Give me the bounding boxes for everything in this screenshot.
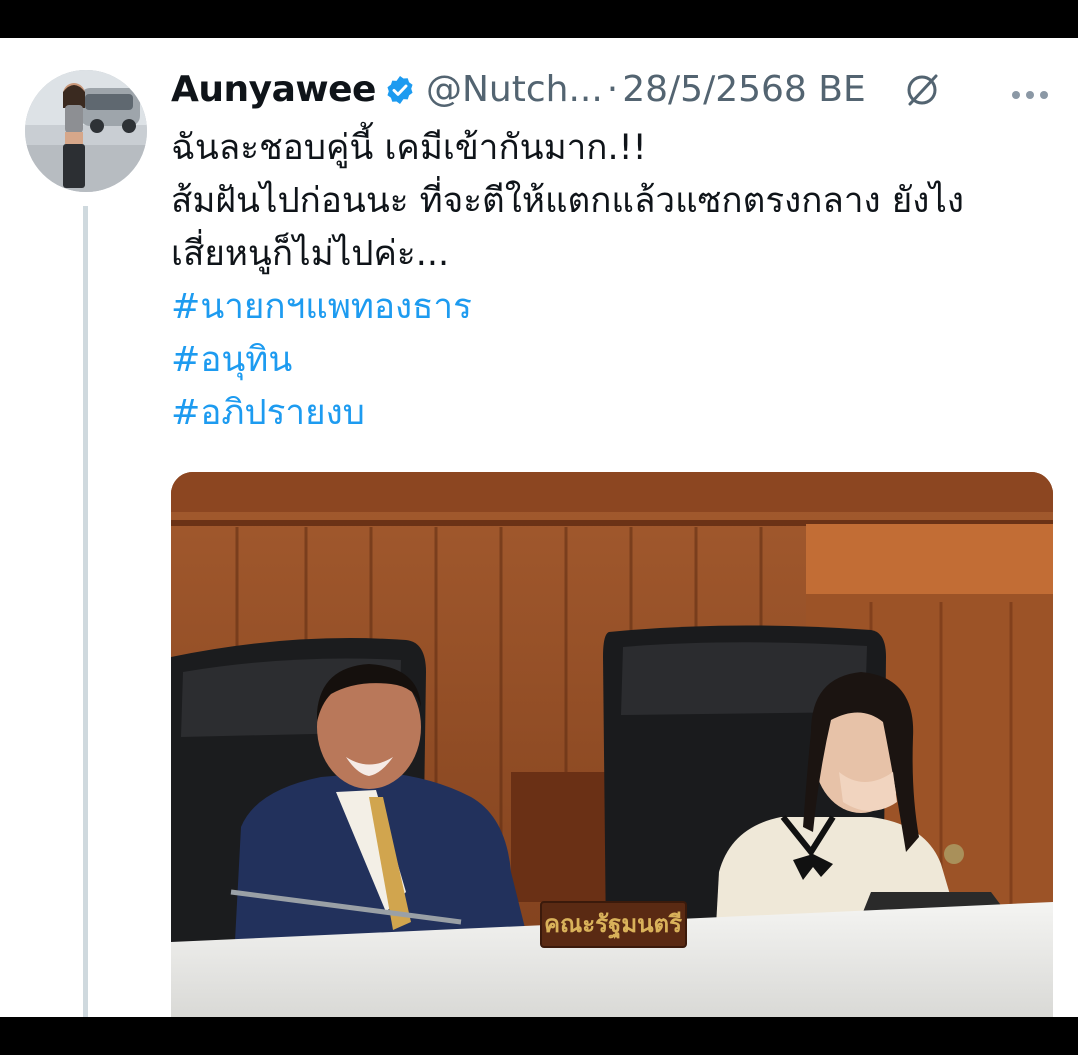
author-handle[interactable]: @Nutch... (426, 68, 603, 112)
avatar[interactable] (25, 70, 147, 192)
tweet-text-line: ฉันละชอบคู่นี้ เคมีเข้ากันมาก.!! (171, 128, 647, 168)
hashtag-link[interactable]: #อนุทิน (171, 334, 1061, 387)
verified-badge-icon (384, 74, 416, 106)
edited-icon[interactable] (902, 70, 942, 110)
tweet-text: ฉันละชอบคู่นี้ เคมีเข้ากันมาก.!! ส้มฝันไ… (171, 122, 1061, 440)
parliament-photo: คณะรัฐมนตรี (171, 472, 1053, 1017)
tweet-card: Aunyawee @Nutch... · 28/5/2568 BE ฉันละช… (0, 38, 1078, 1017)
tweet-header: Aunyawee @Nutch... · 28/5/2568 BE (171, 68, 942, 112)
tweet-text-line: เสี่ยหนูก็ไม่ไปค่ะ... (171, 234, 450, 274)
post-date[interactable]: 28/5/2568 BE (622, 68, 865, 112)
hashtag-link[interactable]: #นายกฯแพทองธาร (171, 281, 1061, 334)
tweet-text-line: ส้มฝันไปก่อนนะ ที่จะตีให้แตกแล้วแซกตรงกล… (171, 181, 965, 221)
nameplate-text: คณะรัฐมนตรี (544, 910, 682, 940)
media-photo[interactable]: คณะรัฐมนตรี (171, 472, 1053, 1017)
profile-photo-icon (25, 70, 147, 192)
hashtag-link[interactable]: #อภิปรายงบ (171, 387, 1061, 440)
separator-dot: · (606, 69, 619, 110)
more-icon[interactable] (1010, 86, 1050, 99)
thread-line (83, 206, 88, 1017)
display-name[interactable]: Aunyawee (171, 68, 376, 112)
